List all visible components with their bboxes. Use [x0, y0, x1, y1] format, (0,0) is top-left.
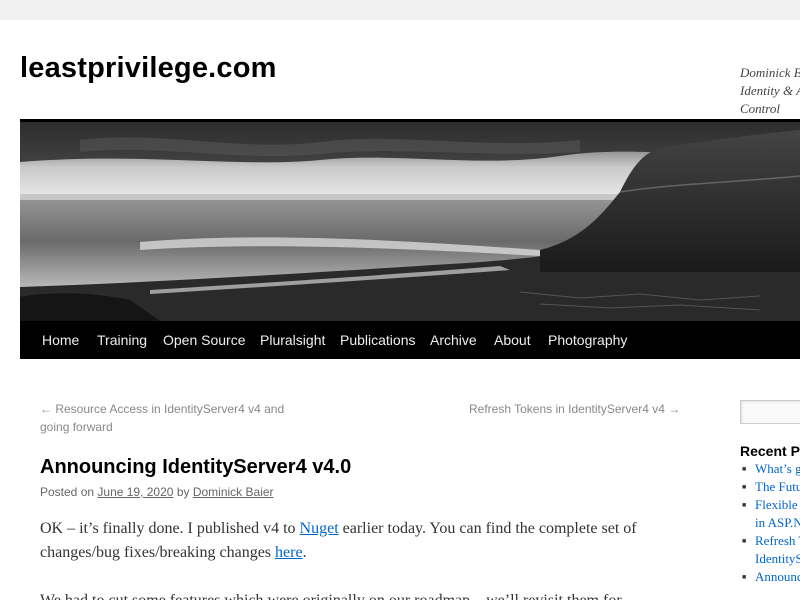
previous-post-link[interactable]: ← Resource Access in IdentityServer4 v4 … [40, 400, 300, 436]
post-meta: Posted on June 19, 2020 by Dominick Baie… [40, 485, 274, 499]
post-date-link[interactable]: June 19, 2020 [97, 485, 173, 499]
recent-post-link[interactable]: IdentityS [755, 551, 800, 566]
search-input[interactable] [740, 400, 800, 424]
list-item: What’s good [740, 460, 800, 478]
nav-item-pluralsight[interactable]: Pluralsight [260, 321, 325, 359]
by-label: by [176, 485, 190, 499]
post-title[interactable]: Announcing IdentityServer4 v4.0 [40, 456, 351, 479]
posted-on-label: Posted on [40, 485, 95, 499]
recent-post-link[interactable]: The Future [755, 479, 800, 494]
nav-item-home[interactable]: Home [42, 321, 79, 359]
recent-posts-list: What’s good The Future Flexible in ASP.N… [740, 460, 800, 586]
list-item-continuation: in ASP.NET [740, 514, 800, 532]
nav-item-publications[interactable]: Publications [340, 321, 416, 359]
post-paragraph-2: We had to cut some features which were o… [40, 589, 685, 600]
page-wrapper: leastprivilege.com Dominick Baier on Ide… [0, 20, 800, 600]
list-item: Announc [740, 568, 800, 586]
nav-item-about[interactable]: About [494, 321, 531, 359]
recent-post-link[interactable]: Flexible [755, 497, 798, 512]
recent-post-link[interactable]: What’s good [755, 461, 800, 476]
list-item-continuation: IdentityS [740, 550, 800, 568]
paragraph-text: OK – it’s finally done. I published v4 t… [40, 520, 300, 537]
header-banner-image [20, 122, 800, 321]
nav-item-archive[interactable]: Archive [430, 321, 477, 359]
list-item: The Future [740, 478, 800, 496]
recent-posts-title: Recent Posts [740, 443, 800, 459]
main-nav: Home Training Open Source Pluralsight Pu… [20, 321, 800, 359]
site-title[interactable]: leastprivilege.com [20, 52, 277, 85]
nav-item-training[interactable]: Training [97, 321, 147, 359]
list-item: Flexible [740, 496, 800, 514]
changes-here-link[interactable]: here [275, 544, 303, 561]
list-item: Refresh T [740, 532, 800, 550]
nuget-link[interactable]: Nuget [300, 520, 339, 537]
next-post-link[interactable]: Refresh Tokens in IdentityServer4 v4 → [469, 400, 689, 418]
recent-post-link[interactable]: in ASP.NET [755, 515, 800, 530]
site-description: Dominick Baier on Identity & Access Cont… [740, 65, 800, 116]
author-link[interactable]: Dominick Baier [193, 485, 274, 499]
post-paragraph-1: OK – it’s finally done. I published v4 t… [40, 517, 685, 565]
recent-post-link[interactable]: Refresh T [755, 533, 800, 548]
nav-item-open-source[interactable]: Open Source [163, 321, 246, 359]
paragraph-text: . [302, 544, 307, 561]
recent-post-link[interactable]: Announc [755, 569, 800, 584]
nav-item-photography[interactable]: Photography [548, 321, 627, 359]
